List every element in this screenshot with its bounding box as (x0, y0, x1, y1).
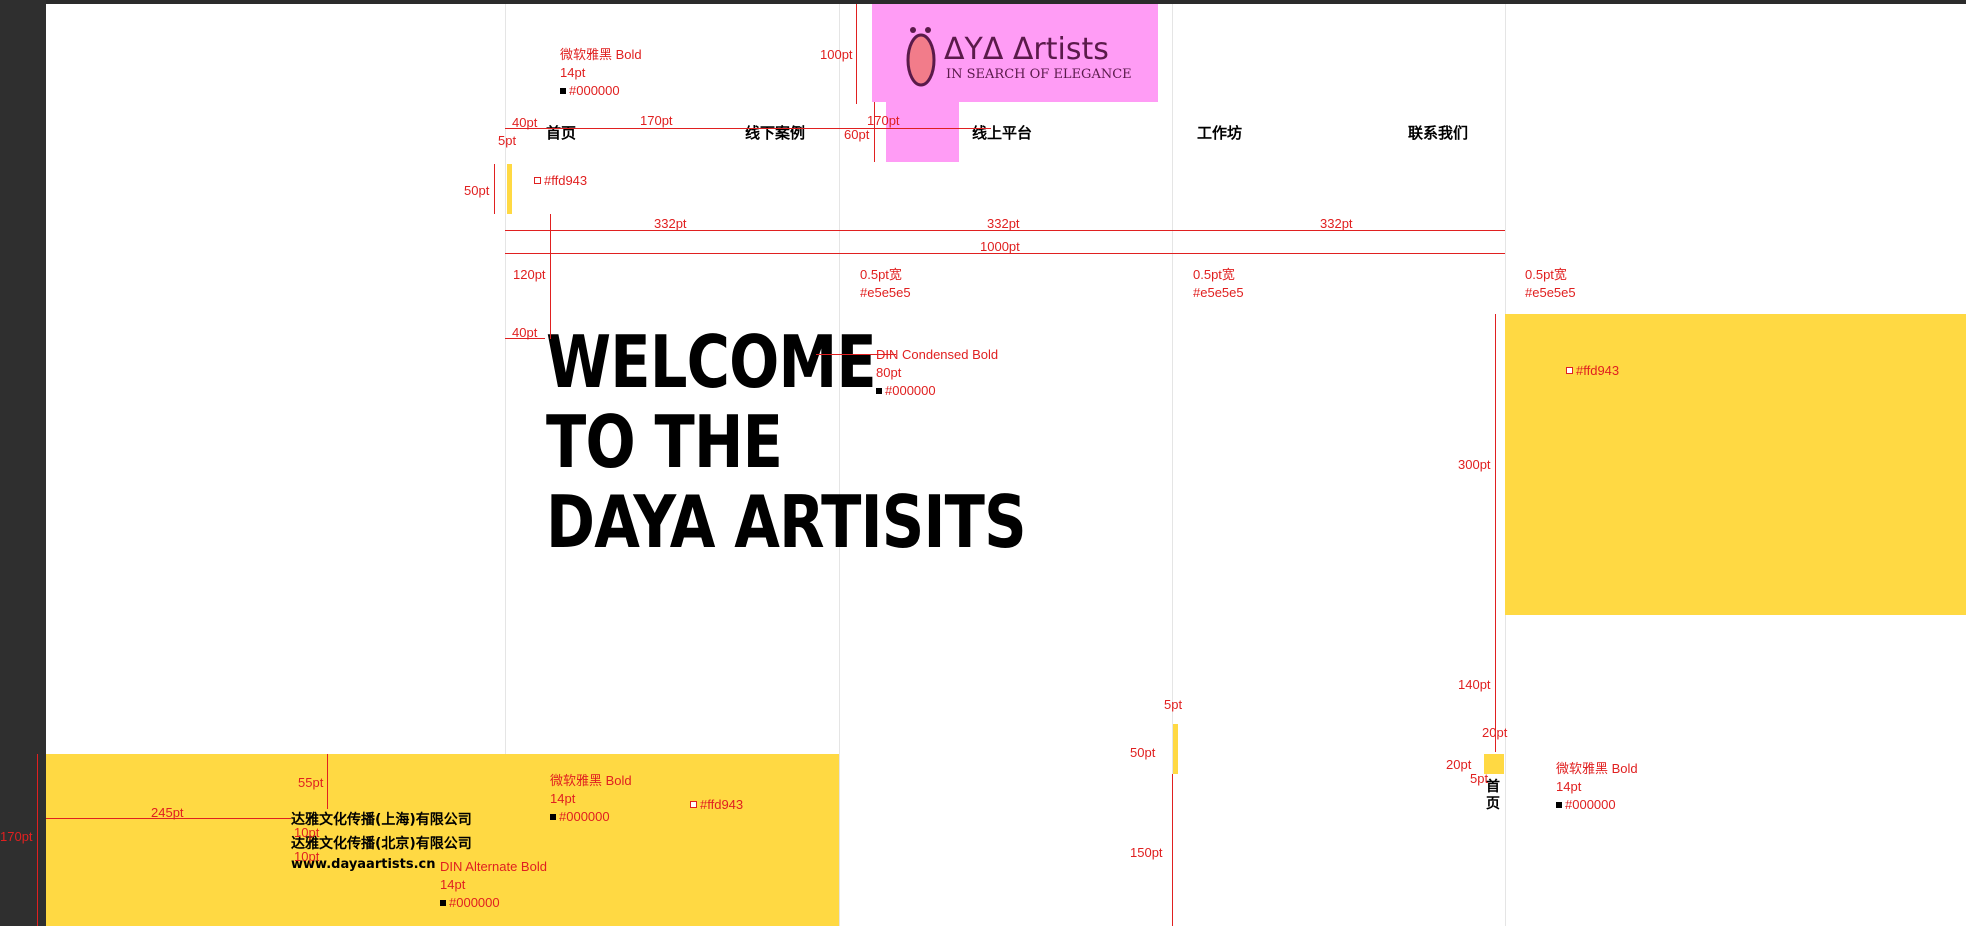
nav-item-contact[interactable]: 联系我们 (1408, 122, 1468, 143)
swatch-icon (560, 88, 566, 94)
annot-dim: 20pt (1446, 757, 1472, 772)
annot-dim: 50pt (1130, 745, 1156, 760)
logo-brand: ΔYΔ Δrtists (944, 32, 1109, 67)
annot-size: 14pt (550, 791, 576, 806)
nav-item-online-platform[interactable]: 线上平台 (972, 122, 1032, 143)
annot-measure (856, 4, 857, 104)
logo-tagline: IN SEARCH OF ELEGANCE (946, 67, 1132, 82)
swatch-icon (1556, 802, 1562, 808)
annot-line-color: #e5e5e5 (1525, 285, 1576, 300)
annot-measure (1495, 314, 1496, 752)
annot-line-color: #e5e5e5 (1193, 285, 1244, 300)
annot-dim: 10pt (294, 825, 320, 840)
annot-line-width: 0.5pt宽 (1525, 267, 1567, 282)
nav-hover-placeholder (886, 102, 959, 162)
annot-dim: 332pt (987, 216, 1020, 231)
hero-line: DAYA ARTISITS (546, 480, 1027, 564)
nav-item-home[interactable]: 首页 (546, 122, 576, 143)
annot-color: #000000 (1556, 796, 1616, 814)
annot-dim: 332pt (654, 216, 687, 231)
annot-dim: 40pt (512, 325, 538, 340)
annot-measure (494, 164, 495, 214)
annot-dim: 60pt (844, 127, 870, 142)
nav-item-workshop[interactable]: 工作坊 (1197, 122, 1242, 143)
active-indicator-bar (507, 164, 512, 214)
annot-dim: 120pt (513, 267, 546, 282)
design-canvas: ΔYΔ Δrtists IN SEARCH OF ELEGANCE 首页 线下案… (46, 4, 1966, 926)
annot-dim: 332pt (1320, 216, 1353, 231)
annot-font: 微软雅黑 Bold (550, 773, 632, 788)
annot-dim: 40pt (512, 115, 538, 130)
annot-dim: 50pt (464, 183, 490, 198)
annot-measure (550, 214, 551, 339)
hero-yellow-block (1505, 314, 1966, 615)
logo-mascot-icon (906, 27, 936, 87)
annot-line-width: 0.5pt宽 (860, 267, 902, 282)
annot-color: #000000 (876, 382, 936, 400)
annot-measure (505, 128, 991, 129)
annot-size: 80pt (876, 365, 902, 380)
annot-measure (327, 754, 328, 809)
swatch-icon (440, 900, 446, 906)
annot-dim: 100pt (820, 47, 853, 62)
annot-size: 14pt (560, 65, 586, 80)
annot-color: #ffd943 (534, 172, 587, 190)
annot-line-color: #e5e5e5 (860, 285, 911, 300)
annot-size: 14pt (440, 877, 466, 892)
annot-color: #000000 (560, 82, 620, 100)
annot-color: #000000 (550, 808, 610, 826)
annot-dim: 5pt (1470, 771, 1489, 786)
annot-dim: 300pt (1458, 457, 1491, 472)
annot-dim: 1000pt (980, 239, 1020, 254)
annot-font: 微软雅黑 Bold (560, 47, 642, 62)
annot-font: DIN Alternate Bold (440, 859, 547, 874)
ruler-left (0, 0, 46, 926)
annot-measure (1172, 774, 1173, 926)
hero-line: TO THE (546, 400, 783, 484)
nav-item-offline-cases[interactable]: 线下案例 (745, 122, 805, 143)
logo-block[interactable]: ΔYΔ Δrtists IN SEARCH OF ELEGANCE (872, 4, 1158, 102)
annot-color: #000000 (440, 894, 500, 912)
annot-color: #ffd943 (690, 796, 743, 814)
annot-font: 微软雅黑 Bold (1556, 761, 1638, 776)
annot-color: #ffd943 (1566, 362, 1619, 380)
side-nav-label[interactable]: 首 页 (1486, 779, 1500, 813)
annot-dim: 140pt (1458, 677, 1491, 692)
annot-dim: 170pt (0, 829, 33, 844)
annot-dim: 5pt (498, 133, 517, 148)
annot-measure (874, 102, 875, 162)
annot-dim: 5pt (1164, 697, 1183, 712)
annot-dim: 170pt (867, 113, 900, 128)
swatch-icon (550, 814, 556, 820)
annot-dim: 20pt (1482, 725, 1508, 740)
annot-measure (37, 754, 38, 926)
annot-size: 14pt (1556, 779, 1582, 794)
annot-line-width: 0.5pt宽 (1193, 267, 1235, 282)
swatch-icon (534, 177, 541, 184)
annot-dim: 55pt (298, 775, 324, 790)
annot-dim: 150pt (1130, 845, 1163, 860)
swatch-icon (690, 801, 697, 808)
annot-dim: 170pt (640, 113, 673, 128)
swatch-icon (1566, 367, 1573, 374)
annot-dim: 10pt (294, 849, 320, 864)
active-indicator-bar-2 (1173, 724, 1178, 774)
annot-font: DIN Condensed Bold (876, 347, 999, 362)
annot-dim: 245pt (151, 805, 184, 820)
swatch-icon (876, 388, 882, 394)
